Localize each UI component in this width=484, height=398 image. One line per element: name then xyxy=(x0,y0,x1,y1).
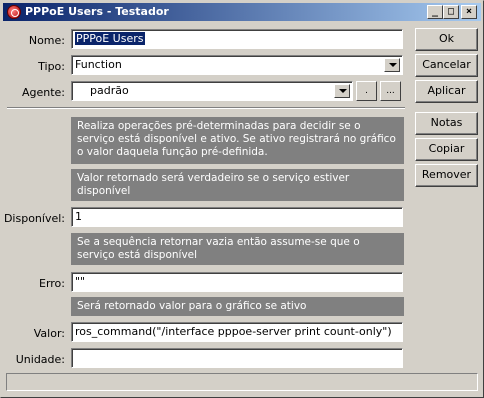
agente-more-button[interactable]: ... xyxy=(380,81,401,101)
info-disponivel: Valor retornado será verdadeiro se o ser… xyxy=(71,169,404,201)
unidade-field[interactable] xyxy=(71,348,403,368)
separator xyxy=(7,107,405,109)
tipo-label: Tipo: xyxy=(38,60,65,73)
agente-pick-button[interactable]: . xyxy=(356,81,377,101)
agente-value: padrão xyxy=(90,84,129,97)
title-bar[interactable]: PPPoE Users - Testador _ □ × xyxy=(3,3,481,21)
cancel-button[interactable]: Cancelar xyxy=(415,54,478,77)
erro-value: "" xyxy=(75,275,86,288)
chevron-down-icon[interactable] xyxy=(384,58,400,72)
nome-value: PPPoE Users xyxy=(75,32,145,45)
info-erro: Se a sequência retornar vazia então assu… xyxy=(71,233,404,265)
agente-select[interactable]: padrão xyxy=(71,81,353,101)
app-icon xyxy=(7,5,21,19)
dialog-window: PPPoE Users - Testador _ □ × Nome: PPPoE… xyxy=(0,0,484,398)
tipo-value: Function xyxy=(75,58,122,71)
notes-button[interactable]: Notas xyxy=(415,112,478,135)
erro-label: Erro: xyxy=(39,277,65,290)
disponivel-value: 1 xyxy=(75,210,82,223)
chevron-down-icon[interactable] xyxy=(334,84,350,98)
maximize-button[interactable]: □ xyxy=(443,5,459,19)
disponivel-label: Disponível: xyxy=(3,212,65,225)
copy-button[interactable]: Copiar xyxy=(415,138,478,161)
status-bar xyxy=(6,373,478,391)
nome-field[interactable]: PPPoE Users xyxy=(71,29,403,49)
valor-field[interactable]: ros_command("/interface pppoe-server pri… xyxy=(71,322,403,342)
valor-value: ros_command("/interface pppoe-server pri… xyxy=(75,325,392,338)
unidade-label: Unidade: xyxy=(15,353,65,366)
minimize-button[interactable]: _ xyxy=(427,5,443,19)
agente-label: Agente: xyxy=(21,86,65,99)
close-button[interactable]: × xyxy=(461,5,477,19)
info-valor: Será retornado valor para o gráfico se a… xyxy=(71,297,404,316)
window-title: PPPoE Users - Testador xyxy=(25,5,169,18)
nome-label: Nome: xyxy=(28,34,65,47)
disponivel-field[interactable]: 1 xyxy=(71,207,403,227)
valor-label: Valor: xyxy=(33,327,65,340)
erro-field[interactable]: "" xyxy=(71,272,403,292)
info-description: Realiza operações pré-determinadas para … xyxy=(71,117,404,164)
remove-button[interactable]: Remover xyxy=(415,164,478,187)
tipo-select[interactable]: Function xyxy=(71,55,403,75)
ok-button[interactable]: Ok xyxy=(415,28,478,51)
apply-button[interactable]: Aplicar xyxy=(415,80,478,103)
